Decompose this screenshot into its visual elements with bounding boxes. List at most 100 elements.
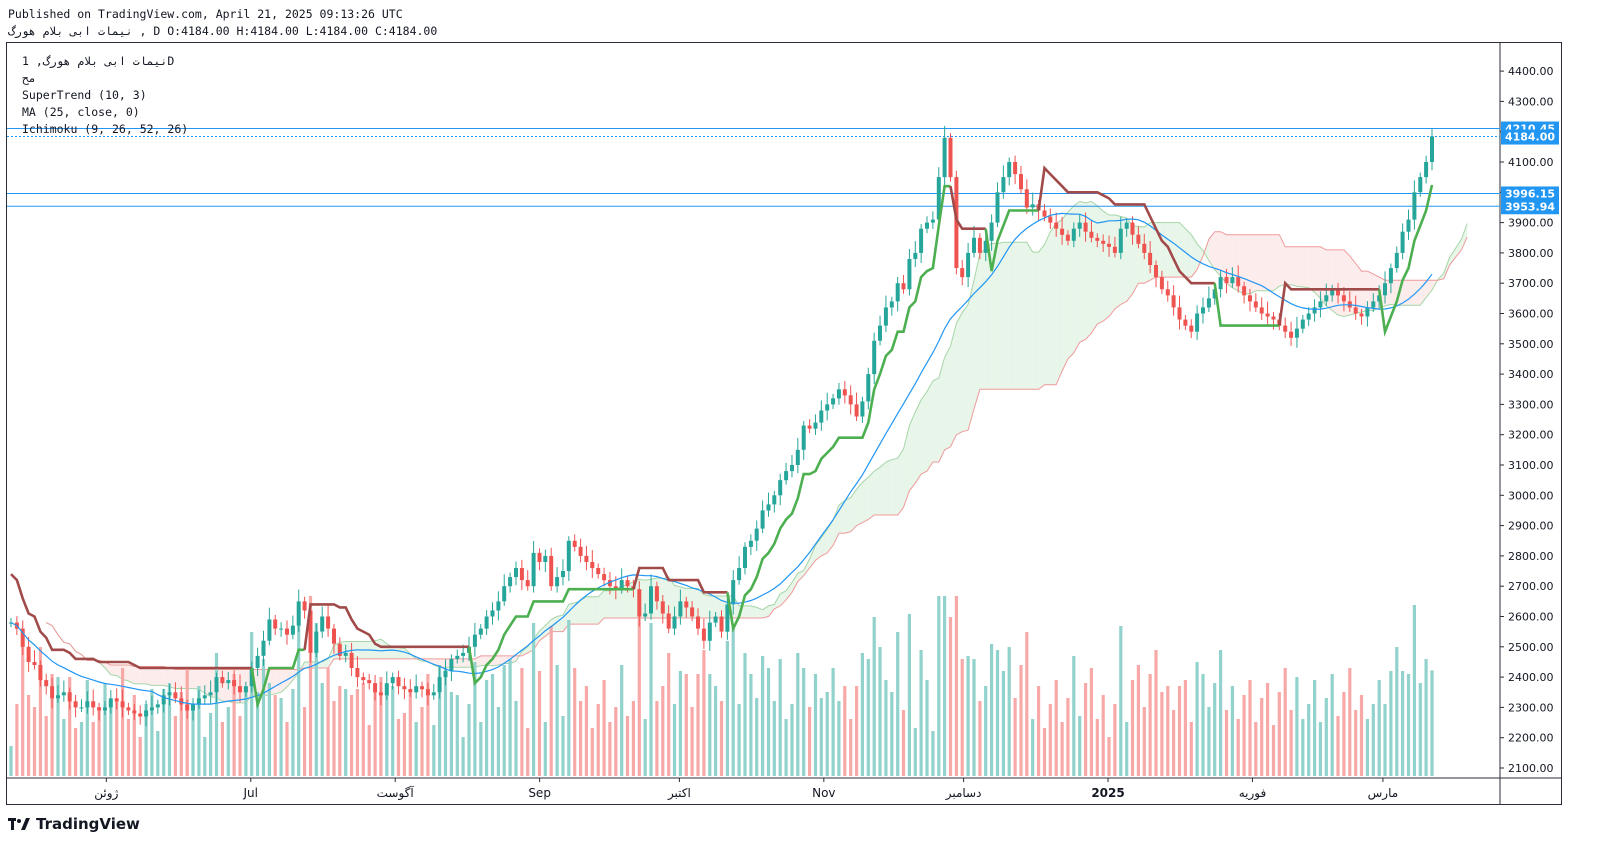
- volume-bar: [702, 650, 706, 776]
- volume-bar: [543, 722, 547, 776]
- candle-body: [1318, 301, 1323, 308]
- ichimoku-cloud-segment: [375, 639, 381, 659]
- volume-bar: [825, 692, 829, 776]
- volume-bar: [1401, 671, 1405, 776]
- candle-body: [290, 625, 295, 635]
- volume-bar: [649, 623, 653, 776]
- volume-bar: [978, 701, 982, 776]
- ichimoku-cloud-segment: [1308, 246, 1315, 293]
- y-tick-label: 2600.00: [1508, 611, 1554, 624]
- legend-ma[interactable]: MA (25, close, 0): [22, 105, 140, 119]
- y-tick-label: 2900.00: [1508, 520, 1554, 533]
- candle-body: [85, 701, 90, 708]
- legend-ichimoku[interactable]: Ichimoku (9, 26, 52, 26): [22, 122, 188, 136]
- ichimoku-cloud-segment: [1079, 201, 1086, 343]
- volume-bar: [261, 659, 266, 776]
- candle-body: [1001, 177, 1006, 193]
- y-tick-label: 3100.00: [1508, 459, 1554, 472]
- candle-body: [390, 677, 395, 684]
- candle-body: [132, 710, 137, 714]
- ichimoku-cloud-segment: [1338, 249, 1344, 317]
- ichimoku-cloud-segment: [1314, 246, 1321, 299]
- candle-body: [549, 555, 554, 587]
- candle-body: [220, 677, 225, 684]
- ichimoku-cloud-segment: [1408, 280, 1415, 306]
- candle-body: [913, 252, 918, 259]
- volume-bar: [1266, 683, 1270, 776]
- x-tick-label: دسامبر: [945, 786, 982, 801]
- candle-body: [1071, 228, 1076, 241]
- volume-bar: [614, 707, 618, 776]
- candle-body: [1124, 222, 1129, 229]
- candle-body: [173, 692, 178, 699]
- volume-bar: [1213, 683, 1217, 776]
- ichimoku-cloud-segment: [962, 304, 969, 432]
- volume-bar: [1395, 647, 1399, 776]
- volume-bar: [731, 626, 735, 776]
- candle-body: [643, 613, 648, 617]
- volume-bar: [461, 737, 465, 776]
- legend-supertrend[interactable]: SuperTrend (10, 3): [22, 88, 147, 102]
- ichimoku-cloud-segment: [868, 471, 875, 520]
- volume-bar: [1277, 692, 1281, 776]
- volume-bar: [749, 674, 753, 776]
- x-tick-label: Jul: [243, 786, 258, 800]
- y-tick-label: 3500.00: [1508, 338, 1554, 351]
- ichimoku-cloud-segment: [1273, 234, 1280, 291]
- chart-frame[interactable]: 4400.004300.004200.004100.004000.003900.…: [6, 42, 1562, 805]
- candle-body: [1118, 228, 1123, 253]
- volume-bar: [109, 707, 113, 776]
- candle-body: [807, 425, 812, 429]
- ichimoku-cloud-segment: [586, 596, 593, 625]
- ichimoku-cloud-segment: [1009, 242, 1016, 390]
- volume-bar: [1412, 605, 1416, 776]
- candle-body: [514, 568, 518, 578]
- volume-bar: [402, 713, 406, 776]
- volume-bar: [696, 674, 700, 776]
- price-chart[interactable]: 4400.004300.004200.004100.004000.003900.…: [7, 43, 1561, 804]
- volume-bar: [913, 728, 917, 776]
- candle-body: [1306, 313, 1311, 320]
- volume-bar: [1042, 728, 1047, 776]
- candle-body: [1430, 136, 1434, 162]
- ichimoku-cloud-segment: [604, 590, 610, 619]
- y-tick-label: 2800.00: [1508, 550, 1554, 563]
- volume-bar: [684, 674, 688, 776]
- candle-body: [1371, 301, 1376, 308]
- volume-bar: [1318, 722, 1322, 776]
- ichimoku-cloud-segment: [1032, 252, 1039, 390]
- volume-bar: [719, 701, 724, 776]
- volume-bar: [1078, 716, 1082, 776]
- candle-body: [1095, 237, 1100, 241]
- volume-bar: [743, 653, 747, 776]
- candle-body: [502, 586, 507, 602]
- candle-body: [120, 701, 125, 708]
- volume-bar: [1348, 668, 1352, 776]
- ichimoku-cloud-segment: [1103, 211, 1110, 322]
- volume-bar: [667, 653, 671, 776]
- volume-bar: [467, 704, 471, 776]
- ichimoku-cloud-segment: [956, 312, 963, 435]
- candle-body: [261, 640, 266, 656]
- ichimoku-cloud-segment: [1279, 234, 1286, 287]
- ichimoku-cloud-segment: [275, 669, 282, 694]
- ichimoku-cloud-segment: [1085, 201, 1092, 340]
- volume-bar: [173, 716, 177, 776]
- volume-bar: [1113, 704, 1117, 776]
- volume-bar: [44, 716, 48, 776]
- volume-bar: [884, 680, 888, 776]
- candle-body: [519, 568, 524, 581]
- candle-body: [208, 692, 213, 696]
- volume-bar: [238, 716, 242, 776]
- candle-body: [496, 601, 501, 611]
- volume-bar: [584, 686, 588, 776]
- volume-bar: [907, 614, 911, 776]
- volume-bar: [1160, 692, 1164, 776]
- volume-bar: [1119, 626, 1123, 776]
- candle-body: [302, 601, 307, 611]
- candle-body: [690, 607, 695, 617]
- volume-bar: [508, 659, 512, 776]
- candle-body: [320, 616, 325, 632]
- volume-bar: [1248, 680, 1252, 776]
- volume-bar: [537, 671, 542, 776]
